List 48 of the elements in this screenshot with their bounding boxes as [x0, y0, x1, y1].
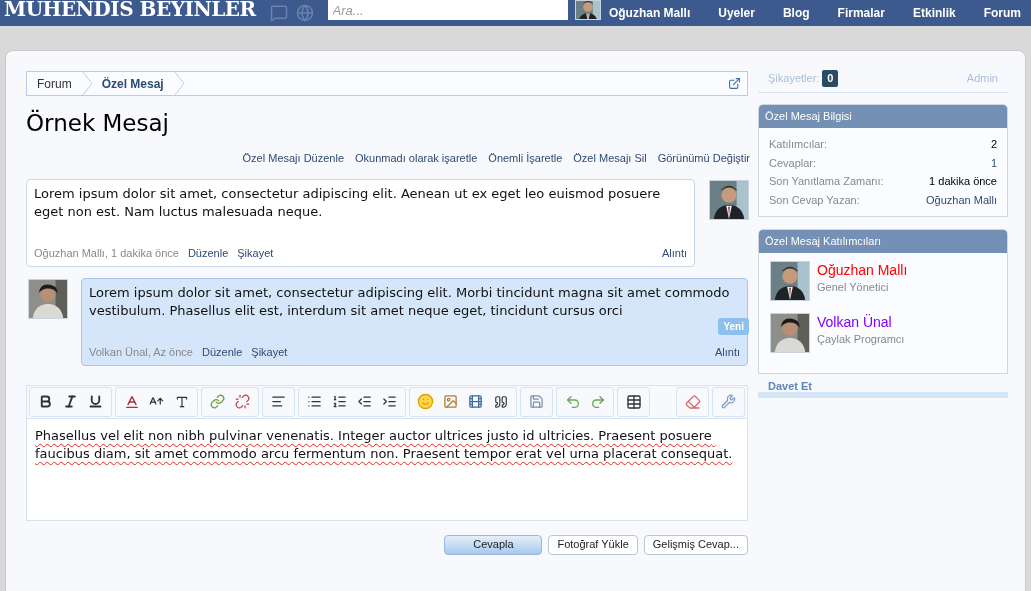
info-label: Katılımcılar:	[769, 137, 828, 152]
action-link[interactable]: Özel Mesajı Düzenle	[242, 150, 345, 167]
message-link[interactable]: Şikayet	[251, 344, 288, 361]
site-logo[interactable]: MUHENDIS BEYINLER	[4, 0, 256, 19]
form-button[interactable]: Fotoğraf Yükle	[548, 534, 638, 555]
nav-link[interactable]: Uyeler	[718, 4, 755, 22]
form-button[interactable]: Gelişmiş Cevap...	[643, 534, 748, 555]
reports-count: 0	[822, 70, 839, 87]
new-badge: Yeni	[718, 317, 749, 335]
message-input[interactable]: Phasellus vel elit non nibh pulvinar venenatis. Integer auctor ultrices justo id ultricies. Praesent posuere faucibus diam, sit amet commodo arcu fermentum non. Praesent tempor erat vel urna placerat consequat.	[26, 418, 748, 521]
message-text: Lorem ipsum dolor sit amet, consectetur adipiscing elit. Aenean ut ex eget leo euismod posuere eget non est. Nam luctus malesuada neque.	[34, 184, 662, 221]
action-link[interactable]: Görünümü Değiştir	[657, 150, 750, 167]
message-meta: Oğuzhan Mallı, 1 dakika önce	[34, 246, 179, 261]
info-label: Son Cevap Yazan:	[769, 192, 860, 208]
action-link[interactable]: Önemli İşaretle	[488, 150, 563, 167]
info-value: 1 dakika önce	[929, 174, 997, 189]
message-link[interactable]: Şikayet	[237, 245, 274, 262]
message-link[interactable]: Düzenle	[187, 245, 229, 262]
breadcrumb-link[interactable]: Forum	[27, 74, 82, 93]
user-name[interactable]: Oğuzhan Mallı	[608, 4, 691, 22]
breadcrumb-link[interactable]: Özel Mesaj	[91, 74, 174, 93]
panel-title: Özel Mesaj Katılımcıları	[759, 230, 1007, 253]
info-value[interactable]: Oğuzhan Mallı	[926, 191, 997, 208]
quote-link[interactable]: Alıntı	[714, 344, 740, 361]
nav-link[interactable]: Blog	[782, 4, 810, 22]
search-field[interactable]: Ara...	[327, 0, 568, 20]
form-button[interactable]: Cevapla	[444, 534, 543, 555]
nav-link[interactable]: Firmalar	[837, 4, 885, 22]
info-label: Cevaplar:	[769, 155, 817, 171]
participant-name[interactable]: Oğuzhan Mallı	[817, 261, 908, 279]
popout-icon[interactable]	[728, 77, 741, 90]
info-label: Son Yanıtlama Zamanı:	[769, 174, 884, 189]
action-link[interactable]: Okunmadı olarak işaretle	[355, 150, 478, 167]
page-title: Örnek Mesaj	[26, 108, 170, 138]
action-link[interactable]: Özel Mesajı Sil	[573, 150, 647, 167]
participant-role: Genel Yönetici	[817, 280, 890, 295]
message-meta: Volkan Ünal, Az önce	[89, 345, 193, 360]
info-value[interactable]: 1	[990, 154, 997, 171]
message-text: Lorem ipsum dolor sit amet, consectetur adipiscing elit. Morbi tincidunt magna sit amet commodo vestibulum. Phasellus elit est, interdum sit amet neque eget, tincidunt cursus orci	[89, 283, 731, 320]
info-value: 2	[990, 137, 997, 152]
nav-link[interactable]: Etkinlik	[912, 4, 956, 22]
participant-role: Çaylak Programcı	[817, 332, 905, 347]
message-link[interactable]: Düzenle	[201, 344, 243, 361]
invite-link[interactable]: Davet Et	[758, 380, 1008, 392]
participant-name[interactable]: Volkan Ünal	[817, 313, 905, 331]
nav-link[interactable]: Forum	[983, 4, 1021, 22]
panel-title: Özel Mesaj Bilgisi	[759, 105, 1007, 128]
quote-link[interactable]: Alıntı	[661, 245, 687, 262]
